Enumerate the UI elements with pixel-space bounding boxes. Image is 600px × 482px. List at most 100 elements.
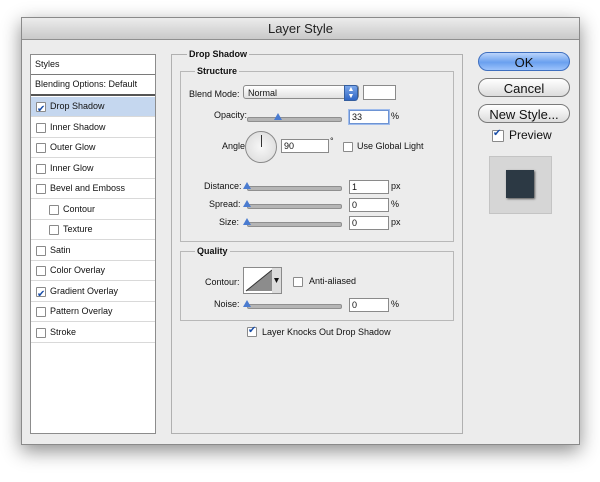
style-item-checkbox[interactable]: [49, 204, 59, 215]
style-item-label: Satin: [50, 244, 71, 255]
cancel-button[interactable]: Cancel: [478, 78, 570, 97]
size-slider-thumb[interactable]: [243, 218, 251, 225]
style-item[interactable]: Color Overlay: [31, 261, 155, 281]
style-item[interactable]: Outer Glow: [31, 138, 155, 158]
drop-shadow-title: Drop Shadow: [187, 49, 249, 59]
style-item-checkbox[interactable]: [36, 266, 46, 276]
style-item[interactable]: Satin: [31, 241, 155, 261]
angle-needle: [261, 135, 262, 147]
style-item[interactable]: Drop Shadow: [31, 97, 155, 119]
anti-aliased-label: Anti-aliased: [309, 276, 357, 286]
styles-header[interactable]: Styles: [31, 55, 155, 75]
quality-group: Quality Contour: Anti-aliased Noise: 0 %: [180, 246, 454, 321]
style-item[interactable]: Gradient Overlay: [31, 282, 155, 304]
spread-unit: %: [391, 199, 400, 209]
degree-symbol: °: [330, 136, 334, 146]
opacity-slider[interactable]: [247, 117, 342, 122]
style-item-checkbox[interactable]: [36, 285, 46, 304]
layer-knocks-out-checkbox[interactable]: [247, 325, 257, 337]
styles-list: Styles Blending Options: Default Drop Sh…: [30, 54, 156, 434]
contour-curve-icon: [245, 268, 281, 293]
style-item-checkbox[interactable]: [36, 122, 46, 133]
style-item-label: Drop Shadow: [50, 101, 105, 111]
angle-input[interactable]: 90: [281, 139, 329, 153]
shadow-color-swatch[interactable]: [363, 85, 396, 100]
style-item-label: Texture: [63, 224, 93, 234]
use-global-light-label: Use Global Light: [357, 141, 424, 151]
style-item-checkbox[interactable]: [36, 163, 46, 174]
anti-aliased-checkbox[interactable]: [293, 277, 303, 287]
style-item-label: Outer Glow: [50, 142, 96, 152]
noise-label: Noise:: [214, 299, 240, 309]
use-global-light-checkbox[interactable]: [343, 142, 353, 152]
blend-mode-label: Blend Mode:: [189, 89, 240, 99]
layer-style-dialog: Layer Style Styles Blending Options: Def…: [21, 17, 580, 445]
distance-slider[interactable]: [247, 186, 342, 191]
contour-picker[interactable]: [243, 267, 282, 294]
noise-input[interactable]: 0: [349, 298, 389, 312]
size-unit: px: [391, 217, 401, 227]
opacity-input[interactable]: 33: [349, 110, 389, 124]
window-title: Layer Style: [22, 18, 579, 40]
style-item-label: Bevel and Emboss: [50, 183, 126, 193]
style-item-checkbox[interactable]: [36, 245, 46, 256]
spread-slider[interactable]: [247, 204, 342, 209]
new-style-button[interactable]: New Style...: [478, 104, 570, 123]
style-item-checkbox[interactable]: [36, 143, 46, 153]
style-item[interactable]: Inner Glow: [31, 159, 155, 179]
style-item-checkbox[interactable]: [36, 184, 46, 194]
angle-label: Angle:: [222, 141, 248, 151]
blend-mode-select[interactable]: Normal ▲ ▼: [243, 85, 359, 101]
style-item[interactable]: Inner Shadow: [31, 118, 155, 138]
quality-title: Quality: [195, 246, 230, 256]
style-item-label: Color Overlay: [50, 265, 106, 275]
distance-unit: px: [391, 181, 401, 191]
blend-mode-value: Normal: [248, 88, 278, 98]
style-item-label: Contour: [63, 203, 96, 214]
noise-slider-thumb[interactable]: [243, 300, 251, 307]
style-item-checkbox[interactable]: [36, 327, 46, 338]
opacity-percent: %: [391, 111, 400, 121]
structure-group: Structure Blend Mode: Normal ▲ ▼ Opacity:…: [180, 66, 454, 242]
opacity-label: Opacity:: [214, 110, 248, 120]
size-slider[interactable]: [247, 222, 342, 227]
spread-input[interactable]: 0: [349, 198, 389, 212]
style-item-label: Gradient Overlay: [50, 285, 119, 296]
style-item-label: Inner Shadow: [50, 121, 106, 132]
blending-options-label: Blending Options: Default: [35, 79, 138, 89]
noise-unit: %: [391, 299, 400, 309]
styles-header-label: Styles: [35, 59, 60, 69]
distance-slider-thumb[interactable]: [243, 182, 251, 189]
contour-label: Contour:: [205, 277, 240, 287]
style-item[interactable]: Pattern Overlay: [31, 302, 155, 322]
ok-button[interactable]: OK: [478, 52, 570, 71]
spread-slider-thumb[interactable]: [243, 200, 251, 207]
style-item-label: Pattern Overlay: [50, 306, 113, 316]
style-item-checkbox[interactable]: [49, 225, 59, 235]
preview-thumbnail: [489, 156, 552, 214]
size-input[interactable]: 0: [349, 216, 389, 230]
size-label: Size:: [219, 217, 240, 227]
preview-label: Preview: [509, 128, 552, 142]
style-item-checkbox[interactable]: [36, 307, 46, 317]
style-item[interactable]: Contour: [31, 200, 155, 220]
noise-slider[interactable]: [247, 304, 342, 309]
drop-shadow-panel: Drop Shadow Structure Blend Mode: Normal…: [171, 49, 463, 434]
blending-options-item[interactable]: Blending Options: Default: [31, 75, 155, 96]
style-item-checkbox[interactable]: [36, 100, 46, 119]
style-item[interactable]: Texture: [31, 220, 155, 240]
layer-knocks-out-label: Layer Knocks Out Drop Shadow: [262, 327, 391, 337]
style-item[interactable]: Stroke: [31, 323, 155, 343]
style-item-label: Stroke: [50, 326, 77, 337]
spread-label: Spread:: [209, 199, 241, 209]
angle-dial[interactable]: [245, 131, 277, 163]
distance-label: Distance:: [204, 181, 242, 191]
structure-title: Structure: [195, 66, 240, 76]
style-item[interactable]: Bevel and Emboss: [31, 179, 155, 199]
select-arrows-icon: ▲ ▼: [344, 85, 358, 101]
distance-input[interactable]: 1: [349, 180, 389, 194]
style-item-label: Inner Glow: [50, 162, 94, 173]
preview-checkbox[interactable]: [492, 128, 504, 142]
preview-swatch: [506, 170, 534, 198]
opacity-slider-thumb[interactable]: [273, 113, 282, 120]
